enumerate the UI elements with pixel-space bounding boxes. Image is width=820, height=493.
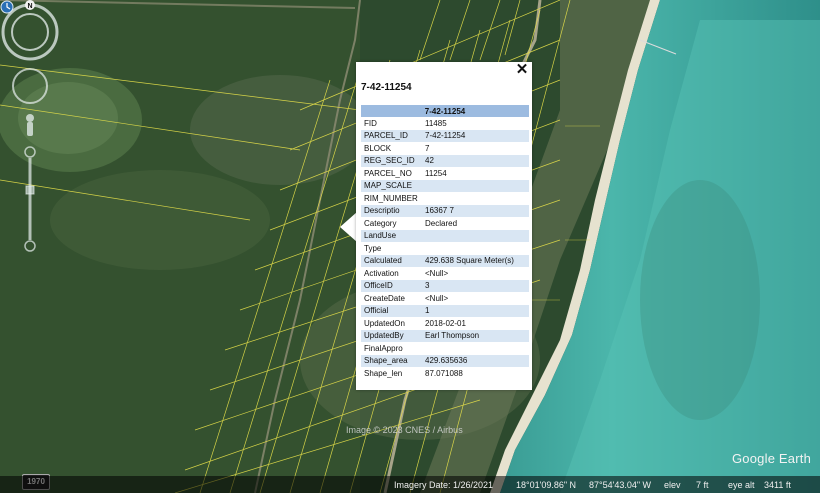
attribute-key: UpdatedBy bbox=[361, 329, 422, 342]
imagery-attribution: Image © 2023 CNES / Airbus bbox=[346, 425, 463, 435]
eye-altitude-label: eye alt bbox=[728, 480, 755, 490]
attribute-value: 3 bbox=[422, 279, 529, 292]
attribute-row: Activation <Null> bbox=[361, 267, 529, 280]
navigation-controls[interactable]: N bbox=[0, 0, 62, 260]
eye-altitude-value: 3411 ft bbox=[764, 480, 791, 490]
attribute-row: Shape_area 429.635636 bbox=[361, 354, 529, 367]
historical-imagery-icon[interactable] bbox=[0, 0, 14, 14]
attribute-key: PARCEL_ID bbox=[361, 129, 422, 142]
look-joystick bbox=[12, 68, 48, 104]
attribute-row: CreateDate <Null> bbox=[361, 292, 529, 305]
attribute-row: UpdatedBy Earl Thompson bbox=[361, 329, 529, 342]
attribute-row: Shape_len 87.071088 bbox=[361, 367, 529, 380]
attribute-value bbox=[422, 229, 529, 242]
compass-north-label: N bbox=[27, 3, 32, 10]
attribute-key: LandUse bbox=[361, 229, 422, 242]
attribute-row: FinalAppro bbox=[361, 342, 529, 355]
attribute-row: Official 1 bbox=[361, 304, 529, 317]
attribute-row: OfficeID 3 bbox=[361, 279, 529, 292]
attribute-value: 42 bbox=[422, 154, 529, 167]
attribute-value: 2018-02-01 bbox=[425, 318, 466, 328]
elevation-value: 7 ft bbox=[696, 480, 709, 490]
attribute-key: OfficeID bbox=[361, 279, 422, 292]
attribute-row: RIM_NUMBER bbox=[361, 192, 529, 205]
attribute-table: 7-42-11254 FID 11485 PARCEL_ID 7-42-11254 BL… bbox=[361, 105, 529, 380]
balloon-title: 7-42-11254 bbox=[361, 82, 412, 93]
attribute-row: LandUse bbox=[361, 229, 529, 242]
attribute-value: 16367 7 bbox=[422, 204, 529, 217]
attribute-row: Calculated 429.638 Square Meter(s) bbox=[361, 254, 529, 267]
attribute-value bbox=[422, 192, 529, 205]
attribute-key: MAP_SCALE bbox=[361, 179, 422, 192]
attribute-key: Type bbox=[364, 243, 382, 253]
attribute-key: CreateDate bbox=[364, 293, 405, 303]
street-view-icon bbox=[26, 114, 34, 136]
attribute-key: REG_SEC_ID bbox=[361, 154, 422, 167]
attribute-key: Activation bbox=[364, 268, 399, 278]
attribute-key: Calculated bbox=[361, 254, 422, 267]
attribute-value: 87.071088 bbox=[425, 368, 463, 378]
attribute-key: RIM_NUMBER bbox=[364, 193, 418, 203]
attribute-value: 11485 bbox=[425, 118, 447, 128]
popup-pointer bbox=[340, 212, 357, 242]
attribute-value: <Null> bbox=[425, 268, 449, 278]
imagery-date: Imagery Date: 1/26/2021 bbox=[394, 480, 494, 490]
attribute-key: FinalAppro bbox=[364, 343, 403, 353]
attribute-value: Declared bbox=[425, 218, 458, 228]
attribute-value: Earl Thompson bbox=[422, 329, 529, 342]
elevation-label: elev bbox=[664, 480, 681, 490]
zoom-slider bbox=[24, 146, 36, 252]
attribute-row: MAP_SCALE bbox=[361, 179, 529, 192]
attribute-key: Descriptio bbox=[361, 204, 422, 217]
status-bar: Imagery Date: 1/26/2021 18°01'09.86" N 8… bbox=[0, 476, 820, 493]
google-earth-logo: Google Earth bbox=[732, 451, 812, 466]
attribute-value bbox=[422, 179, 529, 192]
latitude-readout: 18°01'09.86" N bbox=[516, 480, 577, 490]
attribute-value bbox=[422, 242, 529, 255]
attribute-row: PARCEL_ID 7-42-11254 bbox=[361, 129, 529, 142]
attribute-row: PARCEL_NO 11254 bbox=[361, 167, 529, 180]
attribute-key: Shape_area bbox=[361, 354, 422, 367]
attribute-row: Category Declared bbox=[361, 217, 529, 230]
attribute-value: 7-42-11254 bbox=[422, 129, 529, 142]
attribute-value: 11254 bbox=[425, 168, 447, 178]
attribute-row: BLOCK 7 bbox=[361, 142, 529, 155]
attribute-row: UpdatedOn 2018-02-01 bbox=[361, 317, 529, 330]
attribute-value: 429.638 Square Meter(s) bbox=[422, 254, 529, 267]
longitude-readout: 87°54'43.04" W bbox=[589, 480, 652, 490]
attribute-table-header: 7-42-11254 bbox=[361, 105, 529, 117]
attribute-key: PARCEL_NO bbox=[364, 168, 412, 178]
attribute-row: Descriptio 16367 7 bbox=[361, 204, 529, 217]
attribute-value: <Null> bbox=[425, 293, 449, 303]
attribute-row: FID 11485 bbox=[361, 117, 529, 130]
attribute-value: 7 bbox=[425, 143, 430, 153]
close-icon[interactable]: ✕ bbox=[515, 62, 529, 77]
feature-info-balloon: ✕ 7-42-11254 7-42-11254 FID 11485 PARCEL_I… bbox=[356, 62, 532, 390]
attribute-value: 429.635636 bbox=[422, 354, 529, 367]
attribute-value: 1 bbox=[422, 304, 529, 317]
attribute-row: REG_SEC_ID 42 bbox=[361, 154, 529, 167]
attribute-row: Type bbox=[361, 242, 529, 255]
attribute-value bbox=[422, 342, 529, 355]
attribute-key: BLOCK bbox=[364, 143, 392, 153]
attribute-key: FID bbox=[364, 118, 377, 128]
attribute-key: UpdatedOn bbox=[364, 318, 405, 328]
attribute-key: Shape_len bbox=[364, 368, 403, 378]
attribute-key: Category bbox=[364, 218, 397, 228]
attribute-key: Official bbox=[361, 304, 422, 317]
